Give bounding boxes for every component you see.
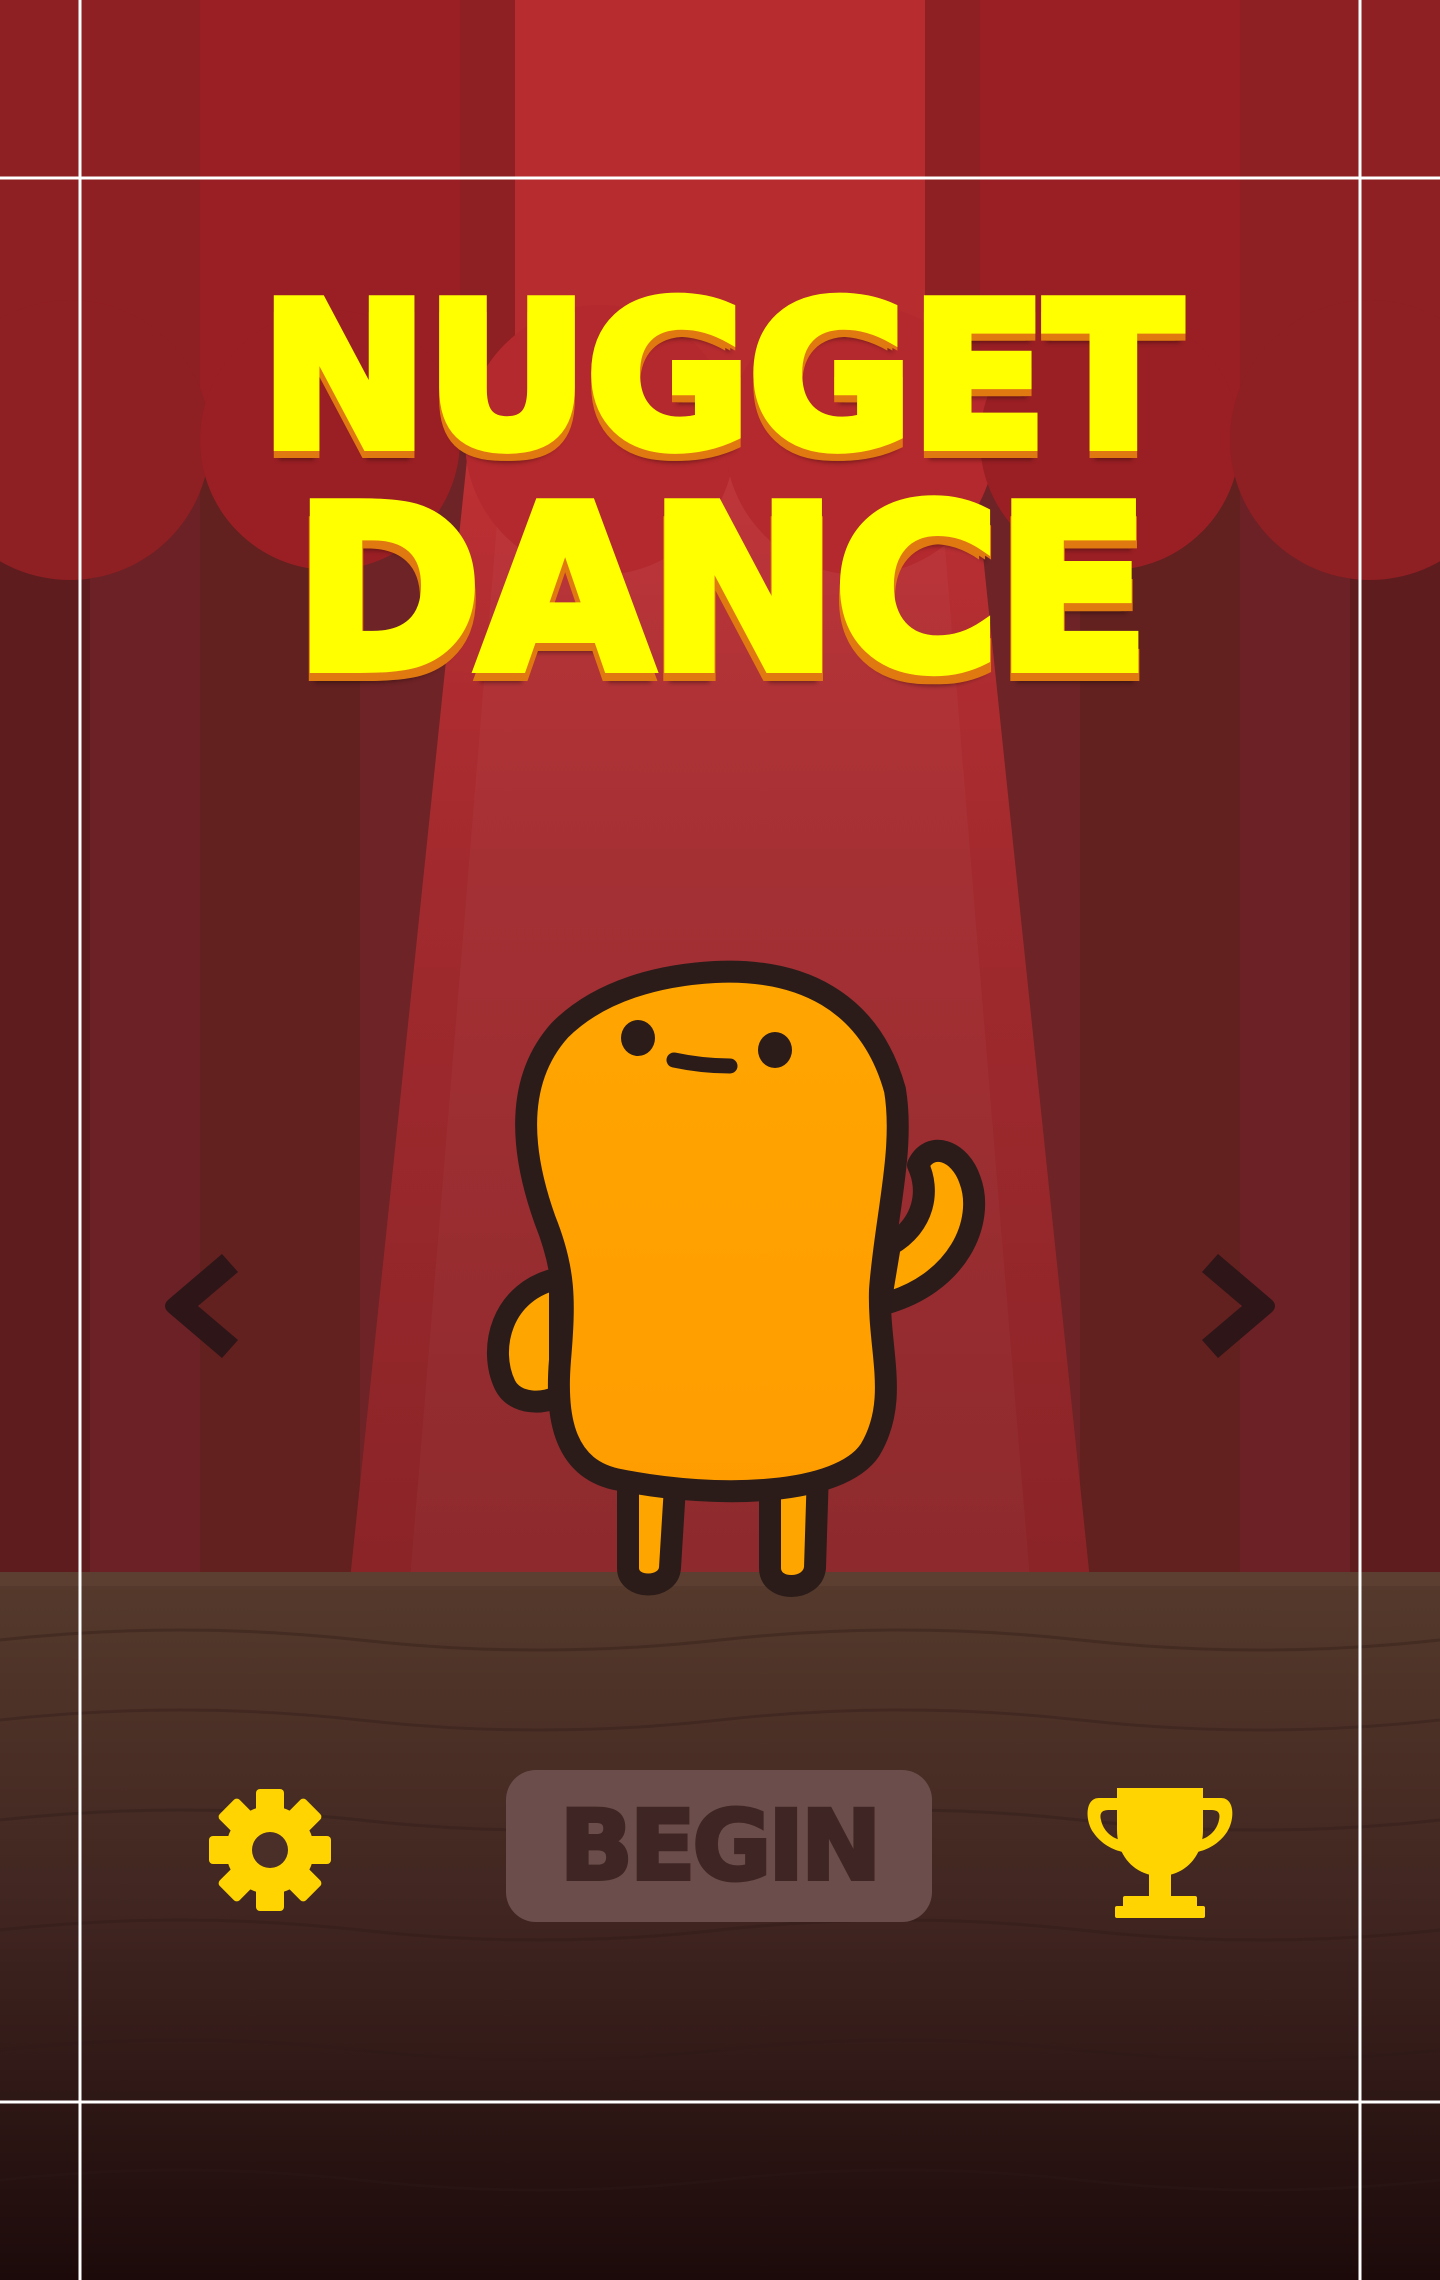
begin-button-label: BEGIN xyxy=(558,1788,884,1904)
game-title-line2: DANCE xyxy=(289,459,1155,722)
game-screen: NUGGET DANCE BEGIN xyxy=(0,0,1440,2280)
begin-button[interactable]: BEGIN xyxy=(506,1770,932,1922)
stage-floor xyxy=(0,1572,1440,2280)
chevron-left-icon[interactable] xyxy=(160,1248,260,1364)
game-title-line1: NUGGET xyxy=(255,261,1186,494)
trophy-icon[interactable] xyxy=(1085,1780,1235,1920)
nugget-body xyxy=(515,960,909,1503)
chevron-right-icon[interactable] xyxy=(1180,1248,1280,1364)
gear-icon[interactable] xyxy=(205,1785,335,1915)
